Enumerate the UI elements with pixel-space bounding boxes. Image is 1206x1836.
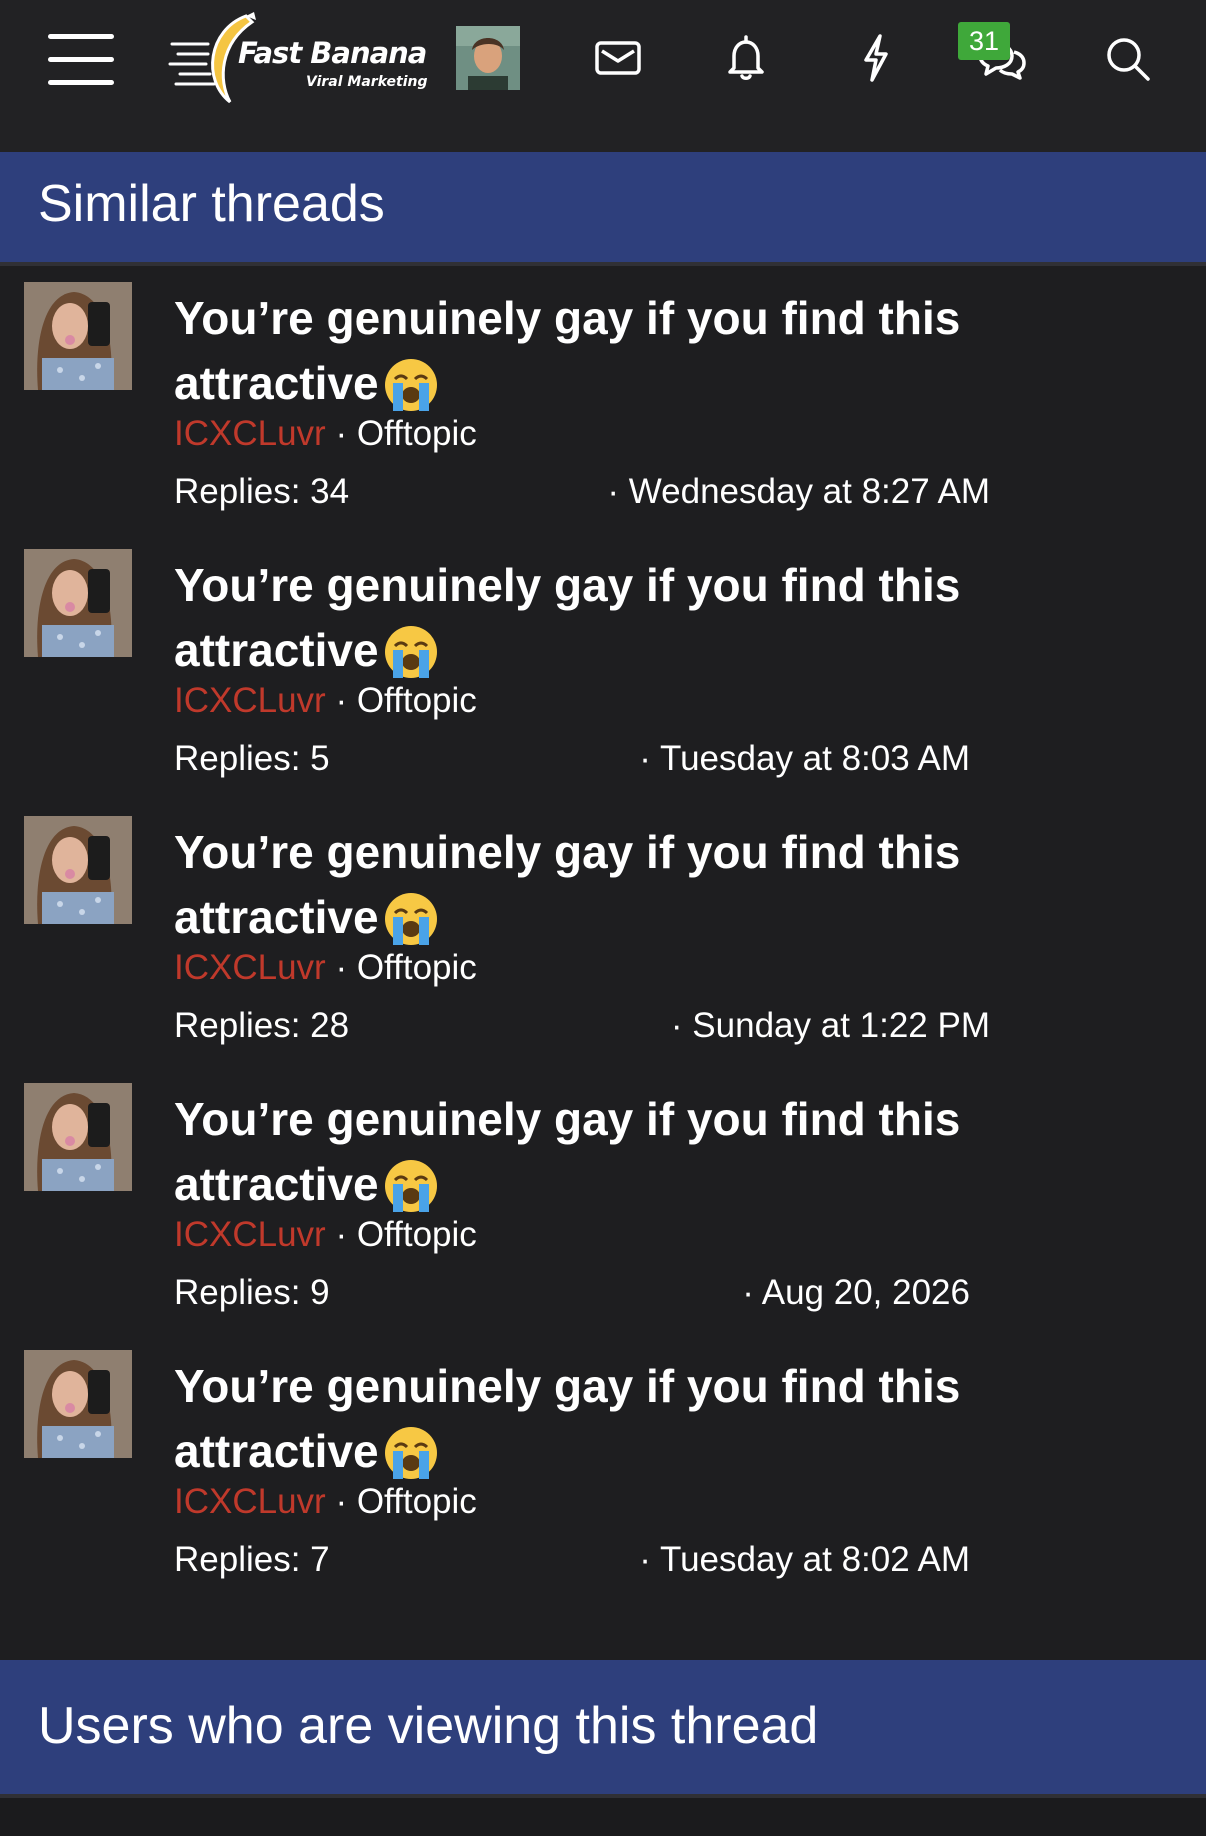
thread-date[interactable]: · Aug 20, 2026 [742,1273,970,1313]
author-avatar[interactable] [24,549,132,657]
section-title: Users who are viewing this thread [38,1697,819,1755]
app-root: Fast Banana Viral Marketing 31 Similar t… [0,0,1206,1836]
thread-title-text: You’re genuinely gay if you find this at… [174,292,961,409]
search-icon[interactable] [1098,28,1158,88]
avatar-image [24,1083,132,1191]
loudly-crying-face-icon [384,893,437,945]
top-nav-bar: Fast Banana Viral Marketing 31 [0,0,1206,152]
thread-title-text: You’re genuinely gay if you find this at… [174,826,961,943]
user-avatar[interactable] [456,26,520,90]
forum-link[interactable]: Offtopic [357,1482,477,1521]
thread-meta: ICXCLuvr · Offtopic [174,948,477,988]
reply-count: Replies: 7 [174,1540,330,1579]
thread-item: You’re genuinely gay if you find this at… [0,1071,1206,1331]
thread-meta: ICXCLuvr · Offtopic [174,681,477,721]
section-title: Similar threads [38,175,385,233]
author-link[interactable]: ICXCLuvr [174,1482,326,1521]
author-link[interactable]: ICXCLuvr [174,1215,326,1254]
thread-title-text: You’re genuinely gay if you find this at… [174,1093,961,1210]
menu-icon[interactable] [48,34,114,85]
meta-separator: · [325,681,357,720]
author-avatar[interactable] [24,1350,132,1458]
avatar-image [456,26,520,90]
reply-count: Replies: 5 [174,739,330,778]
thread-meta: ICXCLuvr · Offtopic [174,414,477,454]
menu-line [48,80,114,85]
lightning-icon[interactable] [846,28,906,88]
reply-count: Replies: 9 [174,1273,330,1312]
thread-item: You’re genuinely gay if you find this at… [0,804,1206,1064]
author-avatar[interactable] [24,282,132,390]
reply-count: Replies: 28 [174,1006,350,1045]
author-avatar[interactable] [24,1083,132,1191]
author-link[interactable]: ICXCLuvr [174,681,326,720]
forum-link[interactable]: Offtopic [357,948,477,987]
forum-link[interactable]: Offtopic [357,1215,477,1254]
thread-date[interactable]: · Sunday at 1:22 PM [671,1006,990,1046]
author-avatar[interactable] [24,816,132,924]
chat-count-badge: 31 [958,22,1010,60]
thread-item: You’re genuinely gay if you find this at… [0,537,1206,797]
forum-link[interactable]: Offtopic [357,414,477,453]
avatar-image [24,816,132,924]
meta-separator: · [325,414,357,453]
thread-item: You’re genuinely gay if you find this at… [0,270,1206,530]
thread-title-link[interactable]: You’re genuinely gay if you find this at… [174,820,1034,950]
meta-separator: · [325,948,357,987]
logo-subtitle: Viral Marketing [306,74,428,90]
page-footer-strip [0,1798,1206,1836]
menu-line [48,57,114,62]
similar-threads-header: Similar threads [0,152,1206,266]
reply-count: Replies: 34 [174,472,350,511]
meta-separator: · [325,1482,357,1521]
thread-date[interactable]: · Tuesday at 8:02 AM [639,1540,970,1580]
envelope-icon[interactable] [588,28,648,88]
thread-title-link[interactable]: You’re genuinely gay if you find this at… [174,1354,1034,1484]
site-logo[interactable]: Fast Banana Viral Marketing [168,8,428,108]
viewing-users-header: Users who are viewing this thread [0,1660,1206,1798]
forum-link[interactable]: Offtopic [357,681,477,720]
author-link[interactable]: ICXCLuvr [174,948,326,987]
thread-meta: ICXCLuvr · Offtopic [174,1215,477,1255]
loudly-crying-face-icon [384,359,437,411]
loudly-crying-face-icon [384,626,437,678]
meta-separator: · [325,1215,357,1254]
thread-title-link[interactable]: You’re genuinely gay if you find this at… [174,1087,1034,1217]
logo-title: Fast Banana [238,36,427,70]
avatar-image [24,549,132,657]
thread-meta: ICXCLuvr · Offtopic [174,1482,477,1522]
thread-title-text: You’re genuinely gay if you find this at… [174,559,961,676]
thread-date[interactable]: · Wednesday at 8:27 AM [607,472,990,512]
thread-date[interactable]: · Tuesday at 8:03 AM [639,739,970,779]
avatar-image [24,1350,132,1458]
thread-title-link[interactable]: You’re genuinely gay if you find this at… [174,553,1034,683]
thread-title-text: You’re genuinely gay if you find this at… [174,1360,961,1477]
menu-line [48,34,114,39]
loudly-crying-face-icon [384,1160,437,1212]
thread-item: You’re genuinely gay if you find this at… [0,1338,1206,1598]
loudly-crying-face-icon [384,1427,437,1479]
thread-title-link[interactable]: You’re genuinely gay if you find this at… [174,286,1034,416]
bell-icon[interactable] [716,28,776,88]
author-link[interactable]: ICXCLuvr [174,414,326,453]
avatar-image [24,282,132,390]
